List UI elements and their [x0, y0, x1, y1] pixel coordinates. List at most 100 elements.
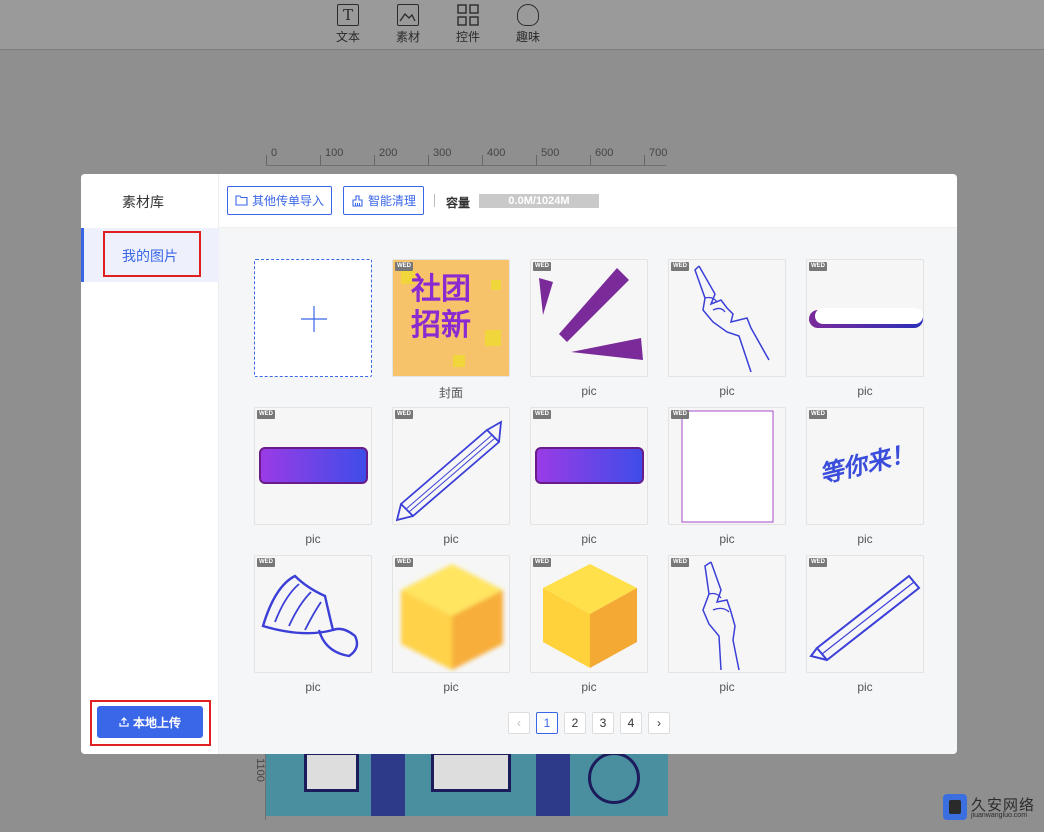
- cover-char: 社: [411, 273, 441, 306]
- wed-badge: WED: [671, 262, 689, 271]
- ruler-tick-label: 100: [325, 147, 344, 159]
- image-tile[interactable]: WED: [530, 555, 648, 673]
- image-tile[interactable]: WED: [254, 555, 372, 673]
- sidebar-item-label: 我的图片: [122, 248, 178, 264]
- wed-badge: WED: [809, 558, 827, 567]
- cover-title-text: 社团 招新: [411, 272, 491, 344]
- image-tile[interactable]: WED: [530, 259, 648, 377]
- toolbar-widget[interactable]: 控件: [448, 4, 488, 45]
- vertical-ruler-label: 1100: [253, 758, 266, 782]
- image-tile[interactable]: WED: [806, 555, 924, 673]
- ruler-tick-label: 200: [379, 147, 398, 159]
- capacity-label: 容量: [446, 196, 471, 210]
- material-library-modal: 素材库 我的图片 本地上传 其他传单导入 智能清理 容量 0.0M/1024M: [81, 174, 957, 754]
- image-caption: pic: [305, 680, 321, 694]
- ruler-tick-label: 400: [487, 147, 506, 159]
- image-tile[interactable]: WED: [668, 259, 786, 377]
- blurred-cube-thumbnail: [401, 564, 503, 670]
- local-upload-button[interactable]: 本地上传: [97, 706, 203, 738]
- pagination-page-1[interactable]: 1: [536, 712, 558, 734]
- cover-char: 招: [411, 309, 441, 342]
- wed-badge: WED: [671, 410, 689, 419]
- sidebar-title: 素材库: [122, 194, 164, 210]
- image-tile[interactable]: WED: [392, 407, 510, 525]
- pencil-thumbnail: [395, 420, 503, 522]
- toolbar-text[interactable]: 文本: [328, 4, 368, 45]
- toolbar-text-label: 文本: [335, 30, 360, 44]
- wed-badge: WED: [533, 558, 551, 567]
- pencil-thumbnail: [809, 574, 921, 662]
- import-flyer-label: 其他传单导入: [252, 194, 325, 208]
- wed-badge: WED: [257, 558, 275, 567]
- add-image-tile[interactable]: [254, 259, 372, 377]
- sidebar-item-my-images[interactable]: 我的图片: [81, 228, 219, 282]
- pointing-hand-thumbnail: [694, 265, 770, 373]
- folder-icon: [235, 195, 248, 206]
- import-flyer-button[interactable]: 其他传单导入: [227, 186, 333, 215]
- canvas-preview: [266, 752, 668, 816]
- upload-icon: [119, 717, 129, 727]
- wed-badge: WED: [395, 262, 413, 271]
- local-upload-label: 本地上传: [132, 715, 181, 730]
- smart-clean-label: 智能清理: [368, 194, 417, 208]
- wed-badge: WED: [395, 558, 413, 567]
- image-tile[interactable]: WED: [392, 555, 510, 673]
- site-watermark: 久安网络 jiuanwangluo.com: [943, 792, 1039, 822]
- pagination-prev-button[interactable]: ‹: [508, 712, 530, 734]
- image-caption: pic: [443, 532, 459, 546]
- image-caption: pic: [857, 680, 873, 694]
- pagination-page-2[interactable]: 2: [564, 712, 586, 734]
- ruler-tick-label: 0: [271, 147, 278, 159]
- pagination-page-4[interactable]: 4: [620, 712, 642, 734]
- image-tile[interactable]: WED: [530, 407, 648, 525]
- image-tile[interactable]: 社团 招新 WED: [392, 259, 510, 377]
- image-caption: pic: [581, 532, 597, 546]
- ruler-tick-label: 700: [649, 147, 668, 159]
- image-caption: 封面: [438, 386, 463, 400]
- ruler-tick-label: 600: [595, 147, 614, 159]
- pagination-next-button[interactable]: ›: [648, 712, 670, 734]
- wed-badge: WED: [809, 262, 827, 271]
- image-tile[interactable]: WED: [254, 407, 372, 525]
- script-text: 等你来！: [816, 439, 917, 490]
- wed-badge: WED: [533, 262, 551, 271]
- divider: [434, 194, 435, 207]
- wed-badge: WED: [257, 410, 275, 419]
- ruler-tick-label: 500: [541, 147, 560, 159]
- pagination-page-3[interactable]: 3: [592, 712, 614, 734]
- smart-clean-button[interactable]: 智能清理: [343, 186, 425, 215]
- image-caption: pic: [719, 384, 735, 398]
- modal-header: 其他传单导入 智能清理 容量 0.0M/1024M: [219, 174, 957, 228]
- shards-thumbnail: [539, 268, 643, 360]
- image-caption: pic: [719, 532, 735, 546]
- toolbar-fun[interactable]: 趣味: [508, 4, 548, 45]
- image-caption: pic: [719, 680, 735, 694]
- toolbar-material[interactable]: 素材: [388, 4, 428, 45]
- image-icon: [397, 4, 419, 26]
- cover-char: 团: [441, 273, 471, 306]
- shuttlecock-thumbnail: [261, 574, 359, 658]
- capacity-bar: 0.0M/1024M: [479, 194, 599, 208]
- modal-sidebar: 素材库 我的图片 本地上传: [81, 174, 219, 754]
- text-icon: [337, 4, 359, 26]
- ruler-tick-label: 300: [433, 147, 452, 159]
- bulb-icon: [517, 4, 539, 26]
- watermark-logo-icon: [943, 794, 967, 820]
- toolbar-widget-label: 控件: [455, 30, 480, 44]
- image-caption: pic: [305, 532, 321, 546]
- image-tile[interactable]: 等你来！ WED: [806, 407, 924, 525]
- image-tile[interactable]: WED: [668, 407, 786, 525]
- cover-char: 新: [441, 309, 471, 342]
- image-caption: pic: [581, 384, 597, 398]
- image-grid-area: 社团 招新 WED 封面 WED pic WED pic WED pic WED…: [219, 228, 957, 754]
- frame-thumbnail: [681, 410, 774, 523]
- gradient-bar-thumbnail: [259, 447, 368, 484]
- wed-badge: WED: [395, 410, 413, 419]
- image-tile[interactable]: WED: [668, 555, 786, 673]
- image-caption: pic: [443, 680, 459, 694]
- plus-icon: [301, 306, 327, 332]
- toolbar-material-label: 素材: [395, 30, 420, 44]
- image-tile[interactable]: WED: [806, 259, 924, 377]
- broom-icon: [352, 194, 363, 207]
- image-caption: pic: [581, 680, 597, 694]
